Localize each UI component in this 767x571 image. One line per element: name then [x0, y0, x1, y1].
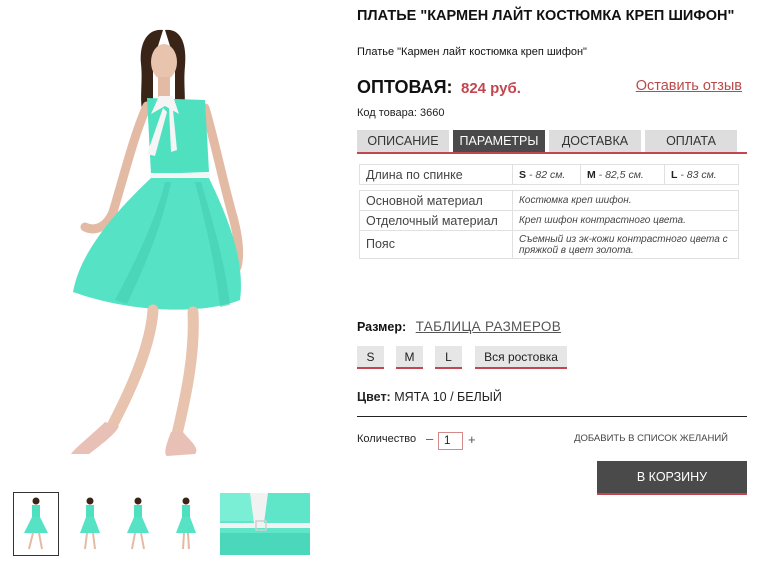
- thumbnail-4[interactable]: [168, 493, 204, 555]
- quantity-plus-button[interactable]: +: [468, 432, 476, 447]
- param-label: Основной материал: [359, 190, 513, 211]
- product-sku: Код товара: 3660: [357, 107, 444, 119]
- param-value: Съемный из эк-кожи контрастного цвета с …: [512, 230, 739, 259]
- size-button-l[interactable]: L: [435, 346, 462, 369]
- sku-label: Код товара:: [357, 107, 417, 119]
- thumbnail-1[interactable]: [13, 492, 59, 556]
- quantity-input[interactable]: [438, 432, 463, 450]
- tab-payment[interactable]: ОПЛАТА: [645, 130, 737, 152]
- add-to-cart-button[interactable]: В КОРЗИНУ: [597, 461, 747, 495]
- thumbnail-2[interactable]: [72, 493, 108, 555]
- thumbnail-3[interactable]: [120, 493, 156, 555]
- sku-value: 3660: [419, 107, 445, 119]
- color-label: Цвет:: [357, 390, 391, 404]
- leave-review-link[interactable]: Оставить отзыв: [636, 78, 742, 94]
- tab-description[interactable]: ОПИСАНИЕ: [357, 130, 449, 152]
- add-to-wishlist-link[interactable]: ДОБАВИТЬ В СПИСОК ЖЕЛАНИЙ: [574, 433, 728, 444]
- param-size-s: S - 82 см.: [512, 164, 581, 185]
- param-value: Креп шифон контрастного цвета.: [512, 210, 739, 231]
- size-button-m[interactable]: M: [396, 346, 423, 369]
- param-label: Длина по спинке: [359, 164, 513, 185]
- product-title: ПЛАТЬЕ "КАРМЕН ЛАЙТ КОСТЮМКА КРЕП ШИФОН": [357, 8, 735, 24]
- tabs-underline: [357, 152, 747, 154]
- param-label: Пояс: [359, 230, 513, 259]
- quantity-label: Количество: [357, 433, 417, 445]
- size-row: Размер: ТАБЛИЦА РАЗМЕРОВ: [357, 319, 561, 334]
- param-value: Костюмка креп шифон.: [512, 190, 739, 211]
- thumbnail-5-detail[interactable]: [220, 493, 310, 555]
- parameters-table: Длина по спинке S - 82 см. M - 82,5 см. …: [359, 164, 739, 259]
- quantity-minus-button[interactable]: –: [426, 431, 433, 446]
- color-value: МЯТА 10 / БЕЛЫЙ: [394, 390, 502, 404]
- param-row-length: Длина по спинке S - 82 см. M - 82,5 см. …: [359, 164, 739, 185]
- product-subtitle: Платье "Кармен лайт костюмка креп шифон": [357, 46, 587, 58]
- product-tabs: ОПИСАНИЕ ПАРАМЕТРЫ ДОСТАВКА ОПЛАТА: [357, 130, 747, 154]
- price-value: 824 руб.: [460, 80, 521, 97]
- param-row-belt: Пояс Съемный из эк-кожи контрастного цве…: [359, 230, 739, 259]
- main-product-photo[interactable]: [55, 22, 270, 467]
- tab-delivery[interactable]: ДОСТАВКА: [549, 130, 641, 152]
- size-table-link[interactable]: ТАБЛИЦА РАЗМЕРОВ: [416, 319, 561, 334]
- tab-parameters[interactable]: ПАРАМЕТРЫ: [453, 130, 545, 152]
- param-size-m: M - 82,5 см.: [580, 164, 665, 185]
- size-button-full-range[interactable]: Вся ростовка: [475, 346, 567, 369]
- size-label: Размер:: [357, 320, 407, 334]
- size-button-s[interactable]: S: [357, 346, 384, 369]
- price-label: ОПТОВАЯ:: [357, 77, 453, 97]
- param-label: Отделочный материал: [359, 210, 513, 231]
- param-size-l: L - 83 см.: [664, 164, 739, 185]
- color-row: Цвет: МЯТА 10 / БЕЛЫЙ: [357, 390, 502, 404]
- divider: [357, 416, 747, 417]
- price-row: ОПТОВАЯ: 824 руб.: [357, 77, 521, 98]
- param-row-main-material: Основной материал Костюмка креп шифон.: [359, 190, 739, 211]
- param-row-trim-material: Отделочный материал Креп шифон контрастн…: [359, 210, 739, 231]
